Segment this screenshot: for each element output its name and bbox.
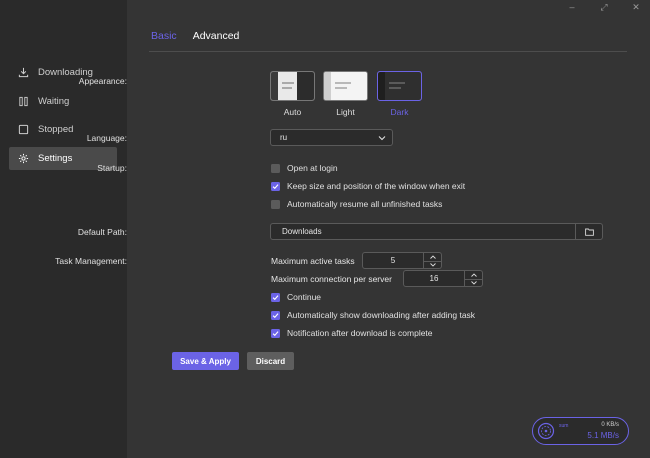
stop-square-icon xyxy=(18,124,29,135)
max-active-tasks-stepper[interactable]: 5 xyxy=(362,252,442,269)
checkbox[interactable] xyxy=(271,163,280,173)
decrement-button[interactable] xyxy=(465,278,482,287)
speedometer-gauge-icon xyxy=(537,422,555,440)
sidebar-item-label: Stopped xyxy=(38,124,74,135)
checkbox[interactable] xyxy=(271,199,280,209)
theme-caption-light: Light xyxy=(336,107,355,117)
folder-icon xyxy=(584,228,594,236)
max-connection-label: Maximum connection per server xyxy=(271,274,392,284)
checkbox-show-downloading[interactable]: Automatically show downloading after add… xyxy=(271,310,475,320)
sidebar-item-label: Settings xyxy=(38,152,73,164)
pause-bars-icon xyxy=(18,96,29,107)
theme-thumbnail-auto xyxy=(270,71,315,101)
download-speed: 5.1 MB/s xyxy=(587,431,619,440)
max-connection-stepper[interactable]: 16 xyxy=(403,270,483,287)
theme-caption-auto: Auto xyxy=(283,107,302,117)
max-connection-value: 16 xyxy=(429,274,439,283)
theme-thumbnail-light xyxy=(323,71,368,101)
checkbox-auto-resume[interactable]: Automatically resume all unfinished task… xyxy=(271,199,442,209)
upload-speed: 0 KB/s xyxy=(601,422,619,428)
check-icon xyxy=(272,330,279,336)
language-value: ru xyxy=(280,133,288,142)
theme-option-light[interactable]: Light xyxy=(323,71,368,117)
checkbox-label: Keep size and position of the window whe… xyxy=(287,181,466,191)
language-label: Language: xyxy=(86,133,127,143)
sidebar-item-label: Waiting xyxy=(38,95,70,107)
speed-mini-label: sum xyxy=(559,423,569,429)
checkbox-continue[interactable]: Continue xyxy=(271,292,321,302)
increment-button[interactable] xyxy=(465,271,482,279)
checkbox-label: Open at login xyxy=(287,163,338,173)
sidebar-item-waiting[interactable]: Waiting xyxy=(9,90,117,113)
theme-option-dark[interactable]: Dark xyxy=(377,71,422,117)
checkbox[interactable] xyxy=(271,310,280,320)
stepper-arrows xyxy=(464,271,482,286)
tab-bar: Basic Advanced xyxy=(151,30,239,42)
save-apply-button[interactable]: Save & Apply xyxy=(172,352,239,370)
max-active-tasks-label: Maximum active tasks xyxy=(271,256,355,266)
checkbox-open-at-login[interactable]: Open at login xyxy=(271,163,338,173)
language-select[interactable]: ru xyxy=(270,129,393,146)
startup-label: Startup: xyxy=(97,163,127,173)
checkbox[interactable] xyxy=(271,181,280,191)
stepper-arrows xyxy=(423,253,441,268)
check-icon xyxy=(272,294,279,300)
checkbox[interactable] xyxy=(271,328,280,338)
appearance-label: Appearance: xyxy=(78,76,127,86)
checkbox-keep-window-state[interactable]: Keep size and position of the window whe… xyxy=(271,181,465,191)
speedometer[interactable]: sum 0 KB/s 5.1 MB/s xyxy=(532,417,629,445)
check-icon xyxy=(272,312,279,318)
tab-basic[interactable]: Basic xyxy=(151,30,177,42)
decrement-button[interactable] xyxy=(424,260,441,269)
max-active-tasks-value: 5 xyxy=(390,256,396,265)
chevron-up-icon xyxy=(429,255,436,259)
download-icon xyxy=(18,67,29,78)
chevron-down-icon xyxy=(378,136,386,141)
browse-folder-button[interactable] xyxy=(575,224,602,239)
increment-button[interactable] xyxy=(424,253,441,261)
checkbox-label: Automatically resume all unfinished task… xyxy=(287,199,443,209)
checkbox-label: Automatically show downloading after add… xyxy=(287,310,476,320)
chevron-down-icon xyxy=(429,262,436,267)
default-path-value: Downloads xyxy=(282,227,322,236)
tab-advanced[interactable]: Advanced xyxy=(193,30,240,42)
checkbox-label: Continue xyxy=(287,292,322,302)
check-icon xyxy=(272,183,279,189)
checkbox-label: Notification after download is complete xyxy=(287,328,433,338)
discard-button[interactable]: Discard xyxy=(247,352,294,370)
task-management-label: Task Management: xyxy=(55,256,127,266)
checkbox-notification[interactable]: Notification after download is complete xyxy=(271,328,433,338)
tab-divider xyxy=(149,51,627,52)
gear-icon xyxy=(18,153,29,164)
theme-thumbnail-dark xyxy=(377,71,422,101)
chevron-down-icon xyxy=(470,280,477,285)
default-path-input[interactable]: Downloads xyxy=(270,223,603,240)
theme-caption-dark: Dark xyxy=(390,107,409,117)
checkbox[interactable] xyxy=(271,292,280,302)
settings-panel: Basic Advanced Appearance: Auto Light Da xyxy=(55,0,650,458)
chevron-up-icon xyxy=(470,273,477,277)
default-path-label: Default Path: xyxy=(77,227,127,237)
theme-option-auto[interactable]: Auto xyxy=(270,71,315,117)
